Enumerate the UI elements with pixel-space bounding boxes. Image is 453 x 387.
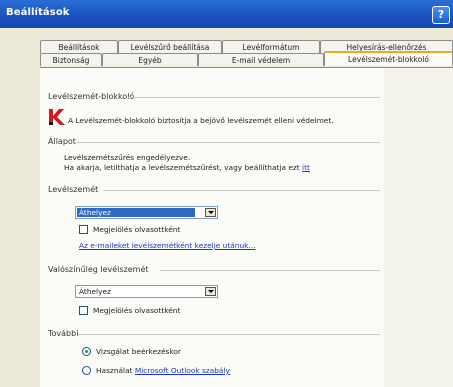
status-group-title: Állapot: [48, 137, 76, 146]
status-line-2: Ha akarja, letilthatja a levélszemétszűr…: [64, 163, 310, 172]
scan-on-arrival-label: Vizsgálat beérkezéskor: [96, 347, 181, 356]
group-divider: [78, 334, 380, 335]
title-bar: Beállítások ?: [0, 0, 453, 28]
spam-rules-link[interactable]: Az e-maileket levélszemétként kezelje ut…: [79, 241, 255, 250]
dropdown-arrow-icon[interactable]: [205, 287, 216, 296]
spam-group-title: Levélszemét: [48, 185, 99, 194]
window-title: Beállítások: [6, 7, 70, 18]
side-pane: [384, 68, 453, 387]
antispam-group-title: Levélszemét-blokkoló: [48, 92, 135, 101]
group-divider: [76, 142, 380, 143]
group-divider: [128, 97, 380, 98]
spam-action-value: Áthelyez: [77, 208, 195, 217]
spam-mark-read-label: Megjelölés olvasottként: [93, 225, 181, 234]
tab-mail-format[interactable]: Levélformátum: [222, 40, 320, 53]
status-line-1: Levélszemétszűrés engedélyezve.: [64, 153, 191, 162]
spam-mark-read-checkbox[interactable]: [79, 225, 88, 234]
tab-settings[interactable]: Beállítások: [40, 40, 118, 53]
use-outlook-rule-radio[interactable]: [82, 366, 91, 375]
use-outlook-rule-label: Használat Microsoft Outlook szabály: [96, 366, 230, 375]
probable-spam-mark-read-label: Megjelölés olvasottként: [93, 306, 181, 315]
group-divider: [103, 190, 380, 191]
probable-spam-group-title: Valószínűleg levélszemét: [48, 265, 149, 274]
status-line-2-text: Ha akarja, letilthatja a levélszemétszűr…: [64, 163, 303, 172]
antispam-description: A Levélszemét-blokkoló biztosítja a bejö…: [68, 116, 334, 125]
help-button[interactable]: ?: [432, 6, 450, 24]
group-divider: [160, 270, 380, 271]
scan-on-arrival-radio[interactable]: [82, 347, 91, 356]
dropdown-arrow-icon[interactable]: [205, 208, 216, 217]
tab-security[interactable]: Biztonság: [40, 53, 102, 66]
tab-filter-settings[interactable]: Levélszűrő beállítása: [118, 40, 222, 53]
status-settings-link[interactable]: itt: [302, 163, 310, 172]
use-outlook-rule-text: Használat: [96, 366, 135, 375]
probable-spam-mark-read-checkbox[interactable]: [79, 306, 88, 315]
more-group-title: További: [48, 329, 79, 338]
spam-action-select[interactable]: Áthelyez: [75, 206, 218, 219]
kaspersky-k-icon: [49, 109, 65, 125]
tab-row-bottom: Biztonság Egyéb E-mail védelem Levélszem…: [40, 51, 453, 67]
tab-antispam[interactable]: Levélszemét-blokkoló: [324, 51, 453, 66]
outlook-rule-link[interactable]: Microsoft Outlook szabály: [135, 366, 230, 375]
probable-spam-action-select[interactable]: Áthelyez: [75, 285, 218, 298]
tab-email-protection[interactable]: E-mail védelem: [198, 53, 324, 66]
probable-spam-action-value: Áthelyez: [79, 287, 111, 296]
tab-other[interactable]: Egyéb: [102, 53, 198, 66]
